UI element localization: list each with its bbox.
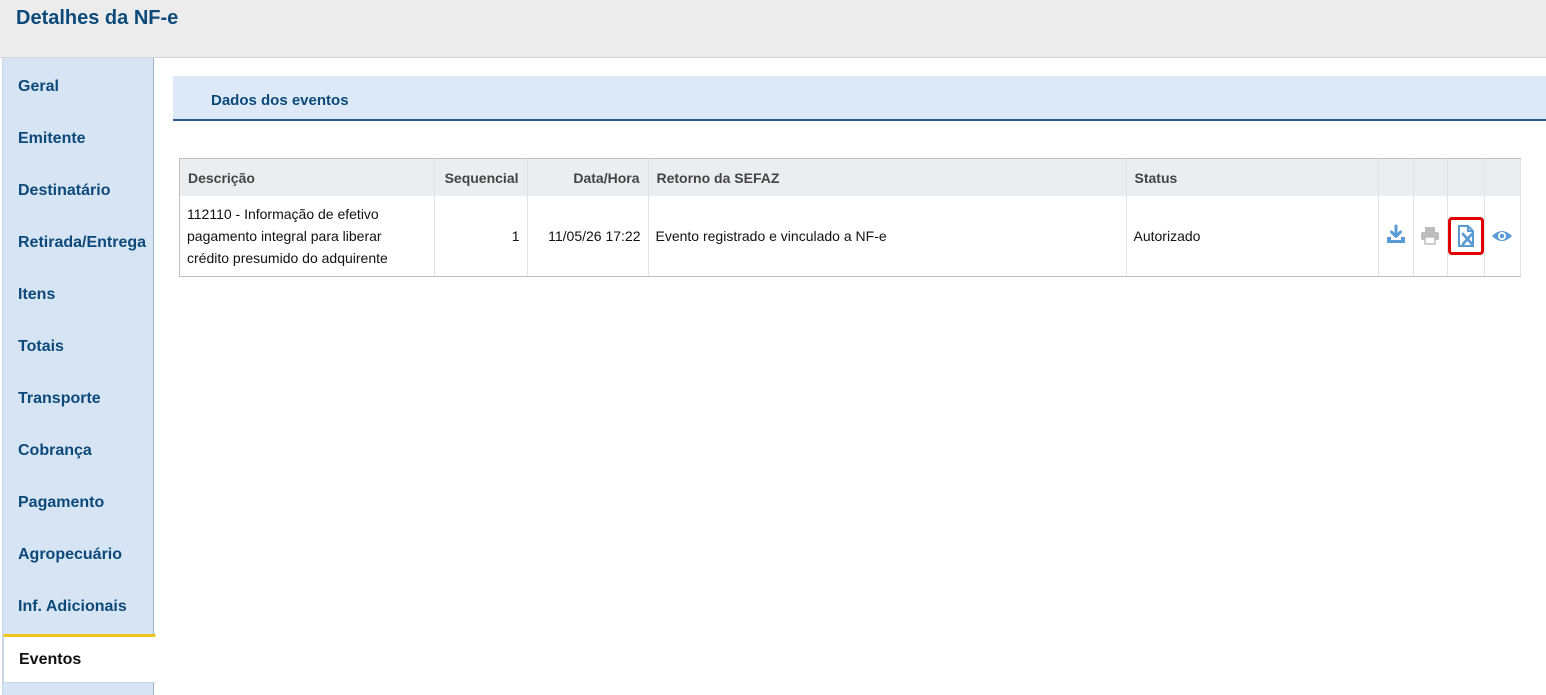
- sidebar-item-retirada-entrega[interactable]: Retirada/Entrega: [3, 217, 155, 269]
- cell-action-download: [1378, 196, 1414, 276]
- column-header-retorno[interactable]: Retorno da SEFAZ: [648, 159, 1127, 196]
- section-title: Dados dos eventos: [211, 92, 349, 109]
- table-header-row: Descrição Sequencial Data/Hora Retorno d…: [180, 159, 1521, 196]
- column-header-status[interactable]: Status: [1126, 159, 1379, 196]
- sidebar-item-geral[interactable]: Geral: [3, 61, 155, 113]
- cell-action-cancel: [1447, 196, 1485, 276]
- cancel-document-icon[interactable]: [1447, 217, 1484, 255]
- column-header-data-hora[interactable]: Data/Hora: [527, 159, 649, 196]
- table-row: 112110 - Informação de efetivo pagamento…: [180, 196, 1521, 276]
- cell-action-view: [1484, 196, 1521, 276]
- column-header-action-2: [1413, 159, 1448, 196]
- sidebar-nav: Geral Emitente Destinatário Retirada/Ent…: [2, 58, 156, 695]
- sidebar-item-inf-adicionais[interactable]: Inf. Adicionais: [3, 581, 155, 633]
- column-header-action-1: [1378, 159, 1414, 196]
- sidebar-item-transporte[interactable]: Transporte: [3, 373, 155, 425]
- download-icon[interactable]: [1381, 220, 1411, 250]
- section-header: Dados dos eventos: [173, 76, 1546, 121]
- cell-descricao: 112110 - Informação de efetivo pagamento…: [180, 196, 435, 276]
- sidebar-item-destinatario[interactable]: Destinatário: [3, 165, 155, 217]
- cell-status: Autorizado: [1126, 196, 1379, 276]
- column-header-sequencial[interactable]: Sequencial: [434, 159, 528, 196]
- view-icon[interactable]: [1487, 221, 1517, 251]
- sidebar-item-pagamento[interactable]: Pagamento: [3, 477, 155, 529]
- sidebar-item-totais[interactable]: Totais: [3, 321, 155, 373]
- sidebar-item-cobranca[interactable]: Cobrança: [3, 425, 155, 477]
- print-icon[interactable]: [1415, 220, 1445, 250]
- page-title: Detalhes da NF-e: [16, 7, 179, 29]
- column-header-action-4: [1484, 159, 1521, 196]
- sidebar-item-eventos[interactable]: Eventos: [3, 634, 156, 683]
- sidebar-item-agropecuario[interactable]: Agropecuário: [3, 529, 155, 581]
- sidebar-item-emitente[interactable]: Emitente: [3, 113, 155, 165]
- events-table: Descrição Sequencial Data/Hora Retorno d…: [179, 158, 1521, 277]
- page-header: Detalhes da NF-e: [0, 0, 1546, 58]
- column-header-action-3: [1447, 159, 1485, 196]
- cell-action-print: [1413, 196, 1448, 276]
- column-header-descricao[interactable]: Descrição: [180, 159, 435, 196]
- cell-sequencial: 1: [434, 196, 528, 276]
- cell-retorno: Evento registrado e vinculado a NF-e: [648, 196, 1127, 276]
- sidebar-item-itens[interactable]: Itens: [3, 269, 155, 321]
- cell-data-hora: 11/05/26 17:22: [527, 196, 649, 276]
